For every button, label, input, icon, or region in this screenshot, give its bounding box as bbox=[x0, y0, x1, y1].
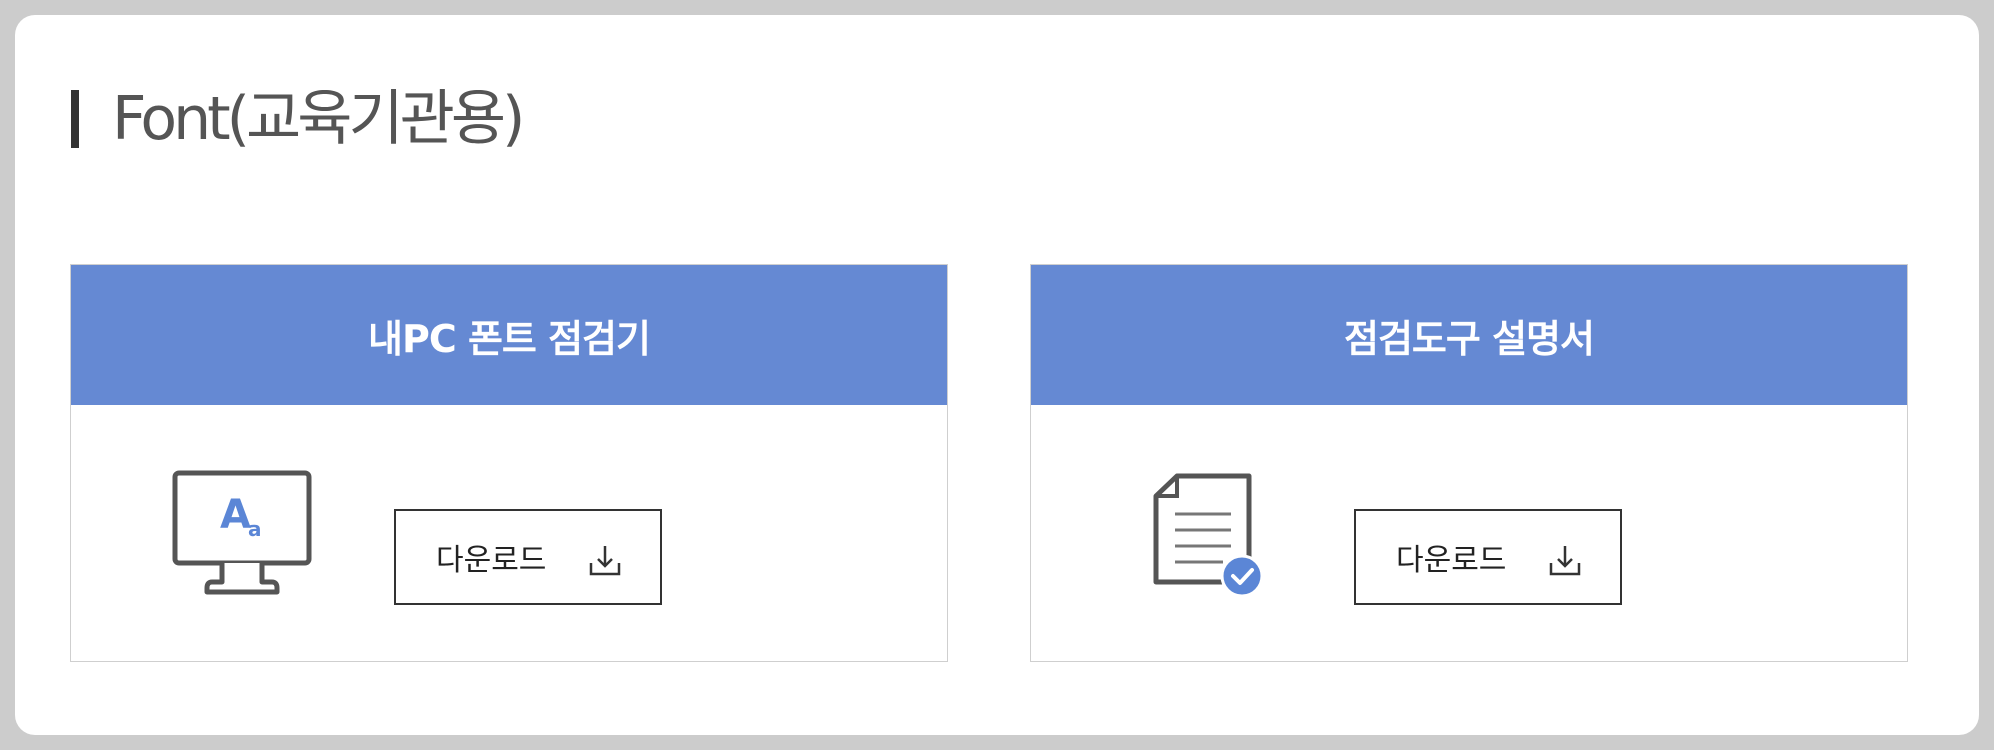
download-icon bbox=[589, 546, 621, 576]
font-section-panel: Font(교육기관용) 내PC 폰트 점검기 A a 다운로드 점검도구 설명서 bbox=[15, 15, 1979, 735]
card-header: 내PC 폰트 점검기 bbox=[71, 265, 947, 405]
section-title: Font(교육기관용) bbox=[112, 84, 525, 154]
svg-text:A: A bbox=[220, 492, 251, 538]
font-checker-card: 내PC 폰트 점검기 A a 다운로드 bbox=[70, 264, 948, 662]
download-button-label: 다운로드 bbox=[436, 543, 547, 578]
download-icon bbox=[1549, 546, 1581, 576]
svg-text:a: a bbox=[248, 517, 262, 541]
title-accent-bar bbox=[71, 90, 79, 148]
card-header: 점검도구 설명서 bbox=[1031, 265, 1907, 405]
document-check-icon bbox=[1153, 470, 1273, 604]
guide-document-card: 점검도구 설명서 다운로드 bbox=[1030, 264, 1908, 662]
monitor-font-icon: A a bbox=[172, 470, 314, 604]
download-button[interactable]: 다운로드 bbox=[394, 509, 662, 605]
download-button[interactable]: 다운로드 bbox=[1354, 509, 1622, 605]
download-button-label: 다운로드 bbox=[1396, 543, 1507, 578]
